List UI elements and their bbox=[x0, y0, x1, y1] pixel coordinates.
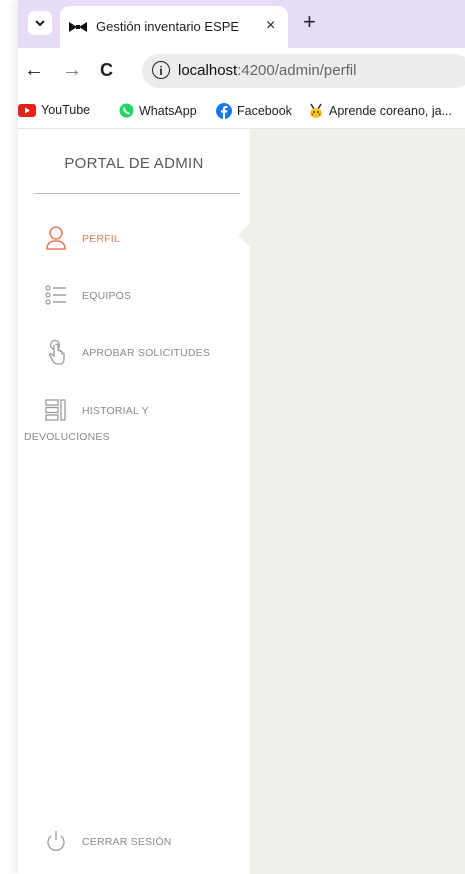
pikachu-icon bbox=[310, 103, 322, 118]
sidebar-item-label: HISTORIAL Y bbox=[82, 405, 149, 417]
bookmark-aprende-coreano[interactable]: Aprende coreano, ja... bbox=[308, 103, 452, 119]
bookmark-label: Aprende coreano, ja... bbox=[329, 104, 452, 118]
history-icon bbox=[45, 399, 66, 421]
youtube-icon bbox=[18, 103, 36, 117]
sidebar-item-label: APROBAR SOLICITUDES bbox=[82, 347, 211, 359]
url-path: :4200/admin/perfil bbox=[237, 62, 357, 79]
chevron-down-icon bbox=[35, 20, 45, 27]
active-tab[interactable]: Gestión inventario ESPE × bbox=[60, 6, 288, 48]
power-icon bbox=[47, 831, 65, 851]
tab-search-button[interactable] bbox=[28, 11, 52, 35]
sidebar-item-perfil[interactable]: PERFIL bbox=[18, 221, 250, 255]
sidebar-item-label: EQUIPOS bbox=[82, 290, 132, 302]
back-button[interactable]: ← bbox=[24, 58, 44, 82]
logout-button[interactable]: CERRAR SESIÓN bbox=[18, 824, 250, 858]
new-tab-button[interactable]: + bbox=[303, 10, 316, 34]
sidebar-item-historial-devoluciones[interactable]: HISTORIAL Y DEVOLUCIONES bbox=[18, 393, 250, 451]
bookmark-label: Facebook bbox=[237, 104, 292, 118]
address-bar[interactable]: i localhost:4200/admin/perfil bbox=[142, 54, 465, 88]
active-item-indicator bbox=[238, 222, 251, 248]
bookmarks-bar: YouTube WhatsApp Facebook Aprende corean… bbox=[18, 94, 465, 129]
logout-label: CERRAR SESIÓN bbox=[82, 836, 172, 848]
sidebar-item-label-line2: DEVOLUCIONES bbox=[24, 431, 110, 443]
facebook-icon bbox=[216, 103, 232, 119]
browser-toolbar: ← → C i localhost:4200/admin/perfil bbox=[18, 48, 465, 94]
bookmark-whatsapp[interactable]: WhatsApp bbox=[119, 103, 197, 118]
sidebar-item-label: PERFIL bbox=[82, 233, 120, 245]
url-text: localhost:4200/admin/perfil bbox=[178, 62, 356, 79]
tab-close-button[interactable]: × bbox=[266, 17, 275, 35]
user-icon bbox=[46, 226, 66, 250]
sidebar-item-aprobar-solicitudes[interactable]: APROBAR SOLICITUDES bbox=[18, 335, 250, 369]
bookmark-label: WhatsApp bbox=[139, 103, 197, 118]
whatsapp-icon bbox=[119, 103, 134, 118]
sidebar-divider bbox=[34, 193, 240, 194]
tab-title: Gestión inventario ESPE bbox=[96, 19, 240, 34]
bookmark-facebook[interactable]: Facebook bbox=[216, 103, 292, 119]
bookmark-youtube[interactable]: YouTube bbox=[18, 103, 90, 117]
url-host: localhost bbox=[178, 62, 238, 79]
site-info-icon[interactable]: i bbox=[152, 61, 170, 79]
forward-button[interactable]: → bbox=[62, 58, 82, 82]
list-icon bbox=[45, 285, 66, 305]
sidebar-title: PORTAL DE ADMIN bbox=[64, 155, 204, 172]
touch-icon bbox=[48, 339, 65, 365]
bookmark-label: YouTube bbox=[41, 103, 91, 117]
main-content bbox=[250, 129, 465, 874]
sidebar-item-equipos[interactable]: EQUIPOS bbox=[18, 278, 250, 312]
reload-button[interactable]: C bbox=[100, 58, 113, 82]
tab-strip: Gestión inventario ESPE × + bbox=[18, 0, 465, 48]
sidebar: PORTAL DE ADMIN PERFIL EQUIPOS APROBAR S… bbox=[18, 129, 250, 874]
bowtie-favicon-icon bbox=[69, 22, 87, 32]
